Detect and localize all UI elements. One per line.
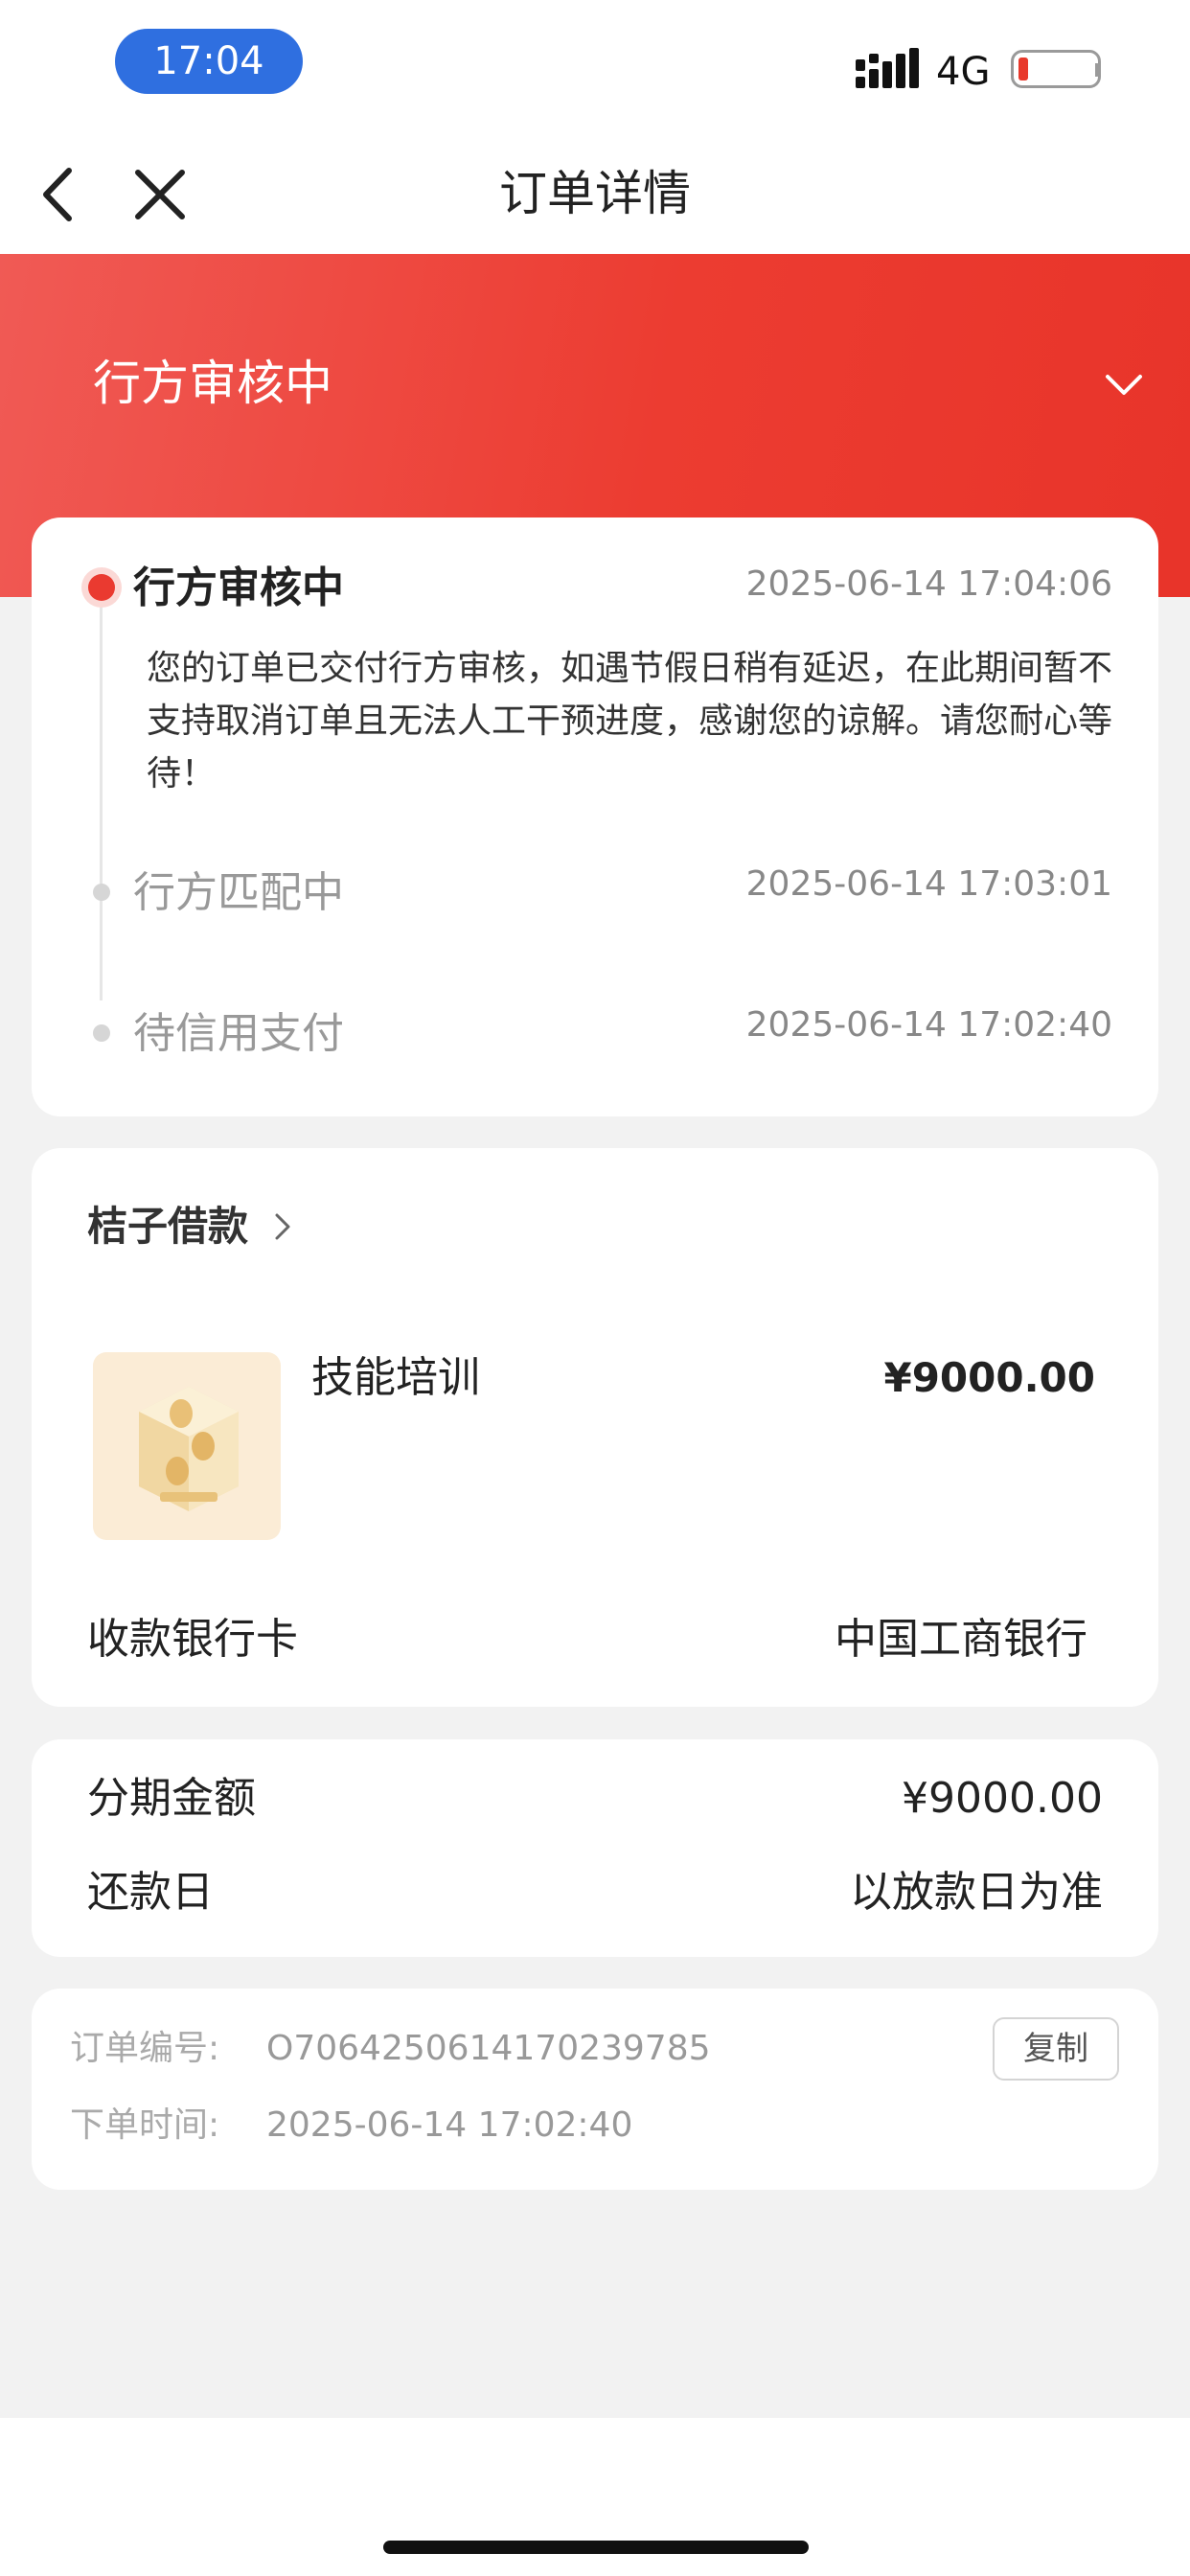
- order-time-value: 2025-06-14 17:02:40: [266, 2105, 633, 2145]
- timeline-step-title: 待信用支付: [133, 1009, 344, 1058]
- timeline-step-time: 2025-06-14 17:03:01: [745, 864, 1112, 904]
- bank-card-value: 中国工商银行: [835, 1615, 1087, 1664]
- copy-button[interactable]: 复制: [993, 2017, 1119, 2081]
- home-indicator[interactable]: [383, 2541, 809, 2554]
- status-time: 17:04: [115, 29, 303, 94]
- bank-card-label: 收款银行卡: [87, 1615, 298, 1664]
- installment-card: 分期金额 ¥9000.00 还款日 以放款日为准: [32, 1739, 1158, 1957]
- product-name: 技能培训: [311, 1353, 480, 1402]
- merchant-link[interactable]: 桔子借款: [87, 1198, 248, 1255]
- chevron-down-icon[interactable]: [1100, 361, 1148, 409]
- timeline-step-time: 2025-06-14 17:02:40: [745, 1005, 1112, 1045]
- product-thumbnail[interactable]: [93, 1352, 281, 1540]
- order-number-value: O7064250614170239785: [266, 2029, 711, 2068]
- order-time-label: 下单时间:: [70, 2105, 220, 2145]
- close-icon[interactable]: [128, 163, 192, 226]
- product-card: 桔子借款 技能培训 ¥9000.00 收款银行卡 中国工商银行: [32, 1148, 1158, 1707]
- banner-status: 行方审核中: [93, 356, 332, 411]
- repay-day-value: 以放款日为准: [850, 1868, 1103, 1917]
- signal-icon: [856, 48, 919, 88]
- order-info-card: 订单编号: O7064250614170239785 复制 下单时间: 2025…: [32, 1989, 1158, 2190]
- chevron-right-icon[interactable]: [265, 1209, 300, 1244]
- battery-icon: [1011, 50, 1101, 88]
- timeline-step-title: 行方匹配中: [133, 868, 344, 917]
- timeline-dot: [93, 884, 110, 901]
- timeline-step-description: 您的订单已交付行方审核，如遇节假日稍有延迟，在此期间暂不支持取消订单且无法人工干…: [147, 649, 1113, 794]
- order-number-label: 订单编号:: [70, 2029, 220, 2068]
- status-bar: 17:04 4G: [0, 0, 1190, 134]
- product-price: ¥9000.00: [883, 1354, 1095, 1401]
- nav-bar: 订单详情: [0, 134, 1190, 254]
- installment-amount-value: ¥9000.00: [902, 1774, 1103, 1823]
- installment-amount-label: 分期金额: [87, 1774, 256, 1823]
- coin-box-icon: [139, 1387, 239, 1511]
- bottom-area: [0, 2418, 1190, 2576]
- repay-day-label: 还款日: [87, 1868, 214, 1917]
- timeline-line: [100, 588, 103, 1000]
- back-arrow-icon[interactable]: [29, 163, 92, 226]
- battery-tip: [1095, 63, 1101, 77]
- network-type: 4G: [936, 50, 991, 94]
- timeline-card: 行方审核中 2025-06-14 17:04:06 您的订单已交付行方审核，如遇…: [32, 518, 1158, 1116]
- timeline-dot: [93, 1024, 110, 1042]
- timeline-step-title: 行方审核中: [133, 564, 344, 612]
- timeline-dot-active: [81, 567, 122, 608]
- timeline-step-time: 2025-06-14 17:04:06: [745, 564, 1112, 604]
